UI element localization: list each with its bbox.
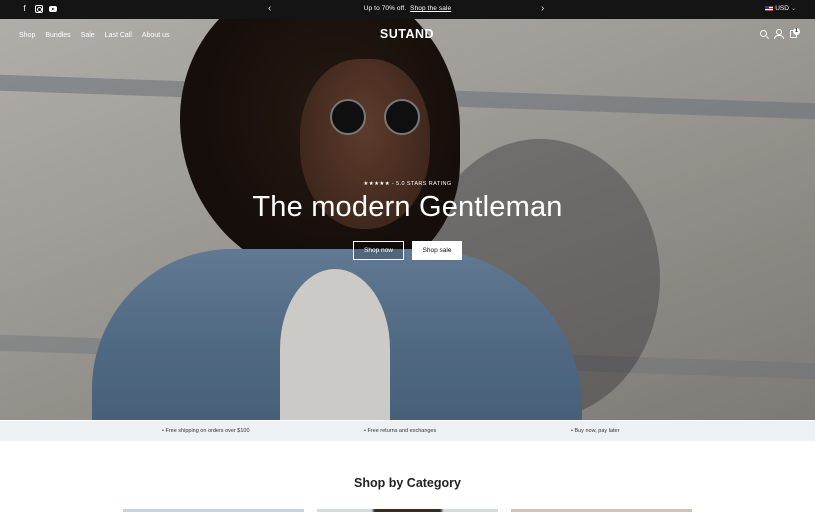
header-icons: 1 [760, 28, 800, 39]
cart-icon[interactable]: 1 [790, 28, 800, 38]
nav-item-last-call[interactable]: Last Call [105, 31, 132, 40]
currency-label: USD [775, 5, 789, 12]
promo-message: Up to 70% off. Shop the sale [300, 5, 515, 12]
shop-sale-button[interactable]: Shop sale [412, 241, 462, 260]
category-section-title: Shop by Category [354, 476, 461, 490]
hero-headline: The modern Gentleman [252, 191, 563, 223]
feature-buy-now-pay-later: • Buy now, pay later [571, 428, 620, 434]
shop-the-sale-link[interactable]: Shop the sale [410, 5, 451, 12]
instagram-icon[interactable] [35, 5, 43, 13]
shop-now-button[interactable]: Shop now [353, 241, 404, 260]
currency-selector[interactable]: USD ⌄ [765, 5, 796, 12]
nav-item-sale[interactable]: Sale [81, 31, 95, 40]
prev-announcement-button[interactable]: ‹ [268, 3, 271, 15]
cart-count-badge: 1 [793, 28, 800, 35]
rating-text: ★★★★★ - 5.0 STARS RATING [363, 181, 452, 187]
nav-item-shop[interactable]: Shop [19, 31, 35, 40]
next-announcement-button[interactable]: › [541, 3, 544, 15]
chevron-down-icon: ⌄ [790, 6, 796, 12]
search-icon[interactable] [760, 30, 767, 37]
site-logo[interactable]: SUTAND [357, 27, 457, 41]
main-nav: Shop Bundles Sale Last Call About us [19, 31, 170, 40]
us-flag-icon [765, 6, 774, 11]
announcement-bar: f ‹ Up to 70% off. Shop the sale › USD ⌄ [0, 0, 815, 19]
features-strip: • Free shipping on orders over $100 • Fr… [0, 421, 815, 441]
social-links: f [20, 4, 57, 14]
facebook-icon[interactable]: f [20, 4, 29, 14]
nav-item-about-us[interactable]: About us [142, 31, 170, 40]
nav-item-bundles[interactable]: Bundles [45, 31, 70, 40]
feature-free-returns: • Free returns and exchanges [364, 428, 437, 434]
feature-free-shipping: • Free shipping on orders over $100 [162, 428, 250, 434]
youtube-icon[interactable] [49, 6, 57, 12]
promo-text: Up to 70% off. [363, 5, 407, 12]
account-icon[interactable] [774, 29, 784, 39]
